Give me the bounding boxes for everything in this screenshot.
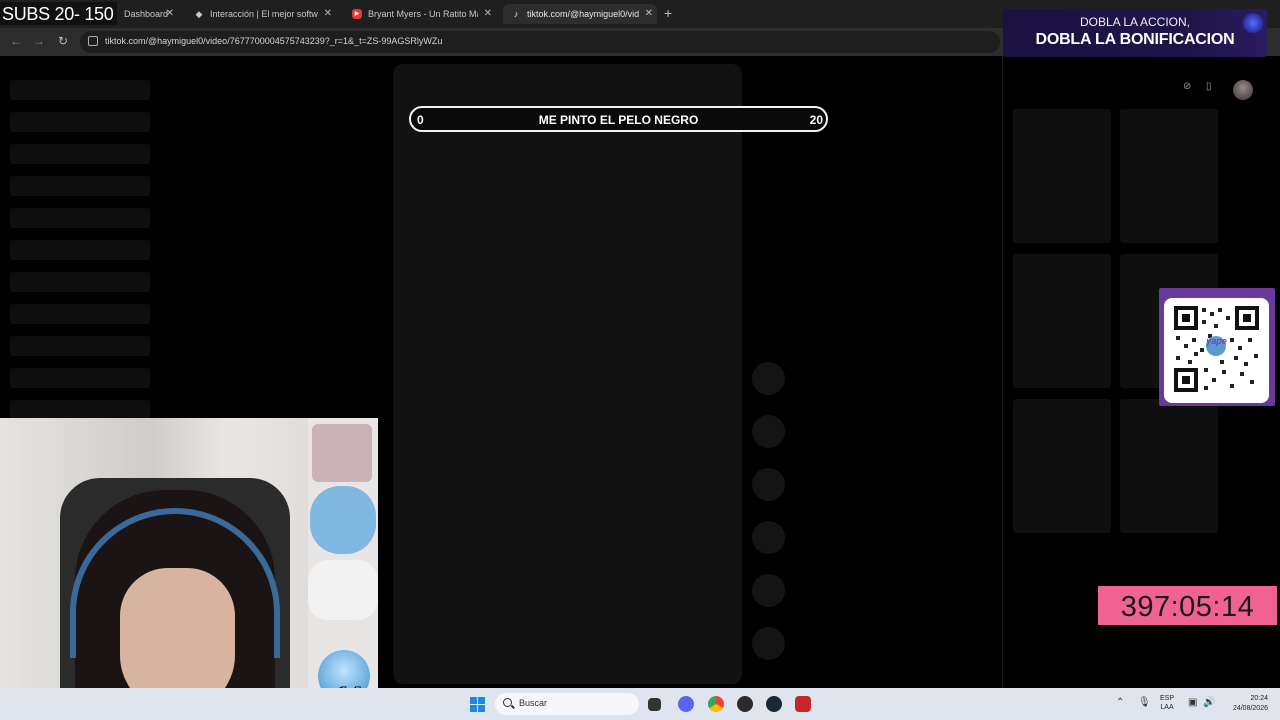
app-icon[interactable] — [795, 696, 811, 712]
webcam-feed: x14 — [0, 418, 378, 720]
task-view-icon[interactable] — [648, 698, 661, 711]
video-thumbnail[interactable] — [1013, 399, 1111, 533]
lang-top: ESP — [1160, 695, 1175, 702]
goal-bar: 0 ME PINTO EL PELO NEGRO 20 — [409, 106, 828, 132]
music-disc-button[interactable] — [752, 627, 785, 660]
tab-interaccion[interactable]: ◆ Interacción | El mejor software p ✕ — [186, 4, 336, 24]
like-button[interactable] — [752, 362, 785, 395]
video-thumbnail[interactable] — [1013, 254, 1111, 388]
goal-title: ME PINTO EL PELO NEGRO — [538, 113, 699, 127]
subs-goal-overlay: SUBS 20- 150 — [0, 2, 118, 25]
skeleton-row — [10, 80, 150, 100]
chevron-up-icon[interactable]: ⌃ — [1116, 697, 1124, 708]
qr-pattern-icon — [1174, 306, 1259, 392]
qr-code-panel: yape — [1159, 288, 1275, 406]
new-tab-button[interactable]: + — [664, 5, 672, 21]
more-button[interactable] — [752, 574, 785, 607]
search-placeholder: Buscar — [519, 698, 548, 708]
skeleton-row — [10, 208, 150, 228]
plush-toy — [310, 486, 376, 554]
taskbar: Buscar ⌃ 🎙 ESP LAA ▣ 🔊 20:24 24/08/2026 — [0, 688, 1280, 720]
site-info-icon[interactable] — [88, 36, 98, 46]
video-thumbnail[interactable] — [1120, 109, 1218, 243]
promo-line-1: DOBLA LA ACCION, — [1079, 15, 1191, 29]
reload-icon[interactable]: ↻ — [58, 34, 68, 48]
clock-date: 24/08/2026 — [1232, 705, 1268, 712]
network-icon[interactable]: ▣ — [1188, 697, 1197, 708]
skeleton-row — [10, 144, 150, 164]
stream-timer: 397:05:14 — [1098, 586, 1277, 625]
tab-label: Bryant Myers - Un Ratito Mas ft — [368, 9, 478, 19]
shelf-item — [312, 424, 372, 482]
close-icon[interactable]: ✕ — [484, 8, 492, 19]
url-field[interactable]: tiktok.com/@haymiguel0/video/76777000045… — [80, 31, 1000, 53]
panel-divider — [1002, 56, 1003, 688]
back-icon[interactable]: ← — [10, 34, 22, 48]
skeleton-row — [10, 112, 150, 132]
discord-icon[interactable] — [678, 696, 694, 712]
tab-label: Dashboard — [124, 9, 169, 19]
promo-line-2: DOBLA LA BONIFICACION — [1035, 31, 1235, 48]
skeleton-row — [10, 400, 150, 420]
language-indicator[interactable]: ESP LAA — [1160, 694, 1174, 712]
clock[interactable]: 20:24 24/08/2026 — [1224, 694, 1268, 714]
search-icon — [503, 698, 512, 707]
avatar[interactable] — [1233, 80, 1253, 100]
promo-banner: DOBLA LA ACCION, DOBLA LA BONIFICACION — [1003, 9, 1267, 57]
skeleton-row — [10, 304, 150, 324]
compass-icon[interactable]: ⊘ — [1183, 81, 1191, 92]
share-button[interactable] — [752, 521, 785, 554]
skeleton-row — [10, 336, 150, 356]
skeleton-row — [10, 240, 150, 260]
video-thumbnail[interactable] — [1013, 109, 1111, 243]
skeleton-row — [10, 176, 150, 196]
skeleton-row — [10, 272, 150, 292]
comment-button[interactable] — [752, 415, 785, 448]
video-thumbnail[interactable] — [1120, 399, 1218, 533]
forward-icon[interactable]: → — [33, 34, 45, 48]
windows-start-icon[interactable] — [470, 697, 485, 712]
plush-toy — [308, 560, 378, 620]
close-icon[interactable]: ✕ — [166, 8, 174, 19]
close-icon[interactable]: ✕ — [324, 8, 332, 19]
clock-time: 20:24 — [1250, 695, 1268, 702]
lang-bottom: LAA — [1160, 704, 1174, 711]
diamond-icon: ◆ — [195, 9, 203, 19]
video-player[interactable] — [393, 64, 742, 684]
bookmark-button[interactable] — [752, 468, 785, 501]
url-text: tiktok.com/@haymiguel0/video/76777000045… — [105, 36, 443, 46]
yape-logo: yape — [1206, 336, 1227, 346]
tab-label: tiktok.com/@haymiguel0/video — [527, 9, 639, 19]
tab-tiktok[interactable]: ♪ tiktok.com/@haymiguel0/video ✕ — [503, 4, 657, 24]
close-icon[interactable]: ✕ — [645, 8, 653, 19]
microphone-icon[interactable]: 🎙 — [1138, 697, 1151, 708]
tiktok-icon: ♪ — [513, 9, 519, 19]
obs-icon[interactable] — [737, 696, 753, 712]
goal-target: 20 — [809, 113, 823, 127]
timer-text: 397:05:14 — [1120, 591, 1255, 623]
steam-icon[interactable] — [766, 696, 782, 712]
phone-icon[interactable]: ▯ — [1206, 81, 1212, 92]
taskbar-search[interactable]: Buscar — [495, 693, 639, 715]
youtube-icon: ▶ — [352, 9, 362, 19]
skeleton-row — [10, 368, 150, 388]
tab-label: Interacción | El mejor software p — [210, 9, 318, 19]
volume-icon[interactable]: 🔊 — [1203, 697, 1215, 708]
qr-code: yape — [1164, 298, 1269, 403]
chrome-icon[interactable] — [708, 696, 724, 712]
tab-bryant-myers[interactable]: ▶ Bryant Myers - Un Ratito Mas ft ✕ — [344, 4, 496, 24]
